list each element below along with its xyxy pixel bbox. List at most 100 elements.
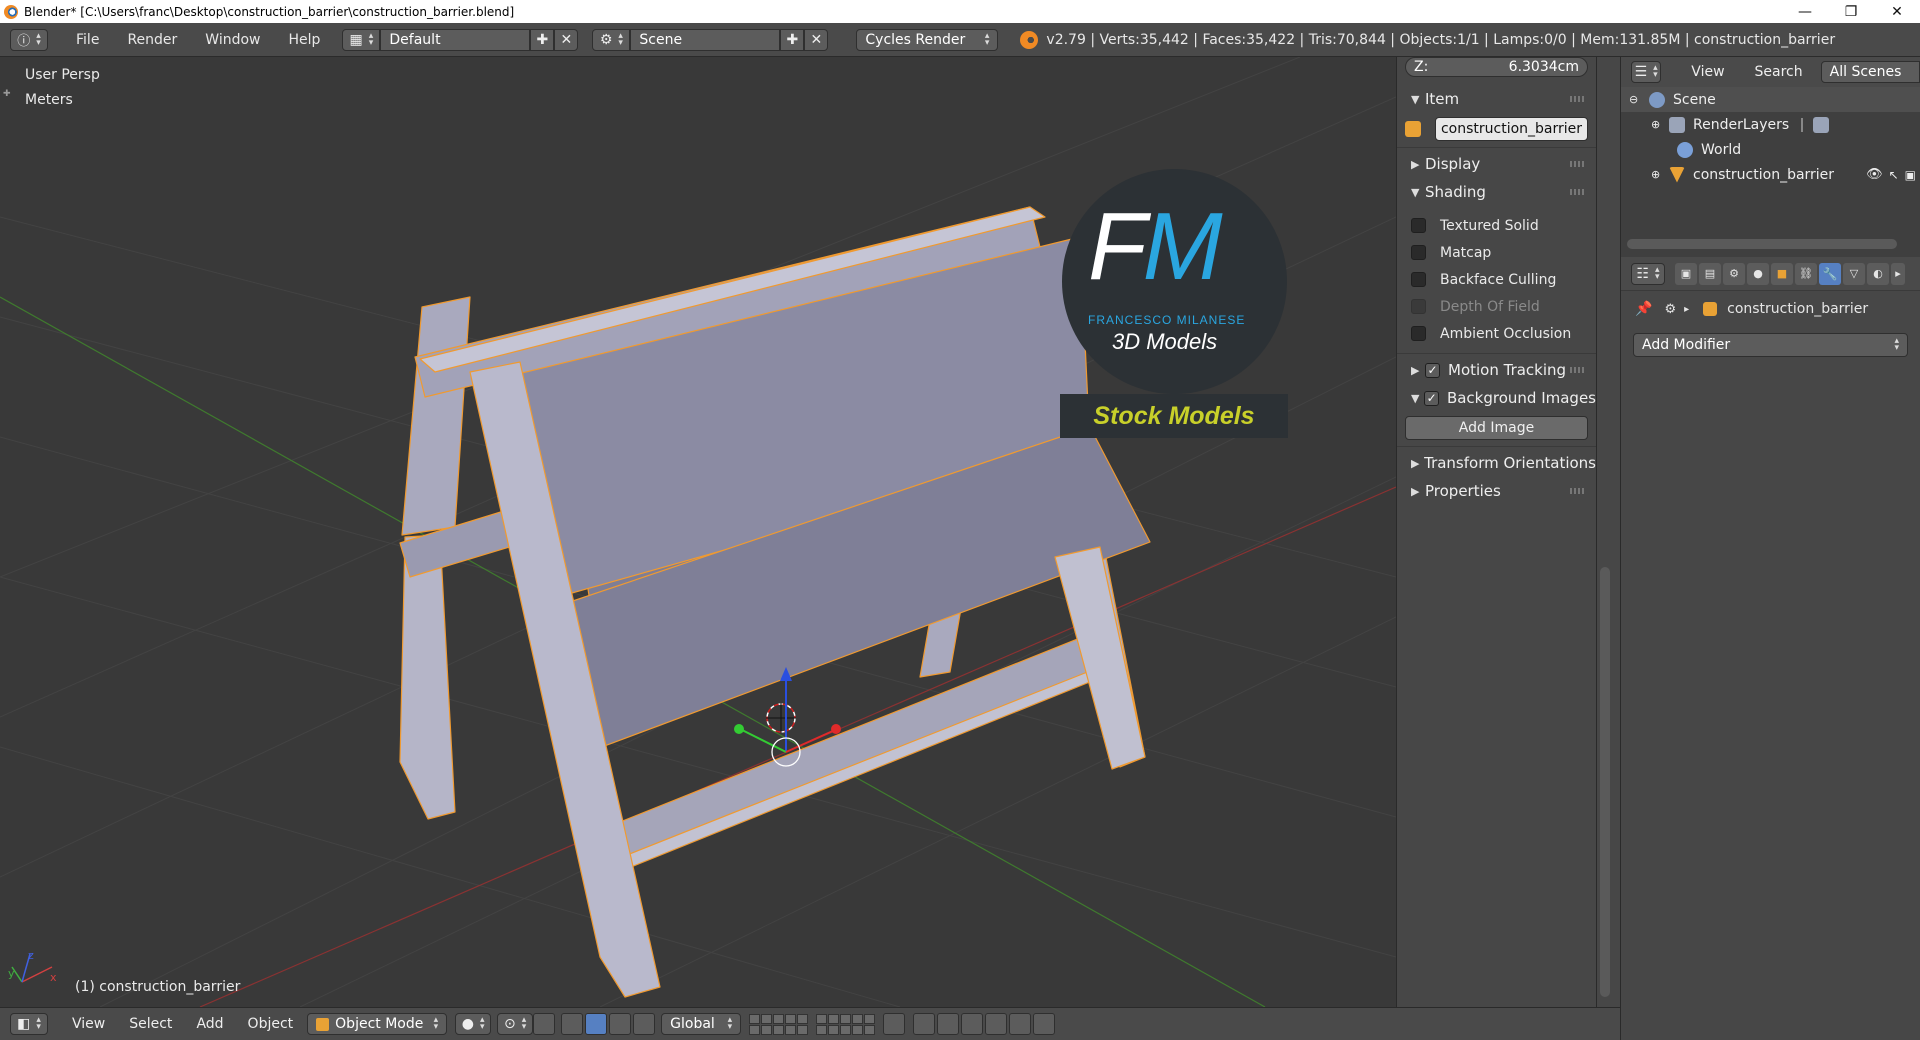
renderlayer-settings-icon[interactable] <box>1813 116 1830 133</box>
backface-culling-checkbox[interactable]: Backface Culling <box>1397 266 1596 293</box>
panel-item-header[interactable]: ▼ Item <box>1397 85 1596 113</box>
tab-constraints[interactable]: ⛓ <box>1795 262 1817 285</box>
outliner-menu-view[interactable]: View <box>1691 64 1724 80</box>
tab-object[interactable]: ■ <box>1771 262 1793 285</box>
render-preview-icon[interactable] <box>1009 1013 1032 1035</box>
checkbox-box[interactable] <box>1411 272 1426 287</box>
snap-element-icon[interactable] <box>961 1013 984 1035</box>
checkbox-box[interactable] <box>1411 326 1426 341</box>
minimize-button[interactable]: — <box>1782 0 1828 23</box>
manipulator-toggle-icon[interactable] <box>561 1013 584 1035</box>
screen-layout-field[interactable]: Default <box>380 28 531 51</box>
panel-display-header[interactable]: ▶ Display <box>1397 150 1596 178</box>
remove-scene-button[interactable]: ✕ <box>804 28 829 51</box>
viewport-shading-dropdown[interactable]: ● ▴ ▾ <box>455 1013 492 1035</box>
background-images-checkbox[interactable]: ✓ <box>1424 390 1439 406</box>
lock-layers-icon[interactable] <box>883 1013 906 1035</box>
tab-material[interactable]: ◐ <box>1867 262 1889 285</box>
tab-scene[interactable]: ⚙ <box>1723 262 1745 285</box>
interaction-mode-dropdown[interactable]: Object Mode ▴ ▾ <box>307 1013 448 1035</box>
stock-models-text: Stock Models <box>1093 401 1255 430</box>
expand-toggle-icon[interactable]: ⊕ <box>1651 118 1665 131</box>
drag-grip-icon[interactable] <box>1570 367 1586 373</box>
checkbox-box[interactable] <box>1411 245 1426 260</box>
panel-background-images-header[interactable]: ▼ ✓ Background Images <box>1397 384 1596 412</box>
outliner-horizontal-scrollbar[interactable] <box>1627 239 1897 249</box>
menu-help[interactable]: Help <box>274 23 334 57</box>
outliner-display-mode-dropdown[interactable]: All Scenes <box>1820 61 1920 83</box>
add-modifier-dropdown[interactable]: Add Modifier ▴ ▾ <box>1633 333 1908 357</box>
panel-motion-tracking-header[interactable]: ▶ ✓ Motion Tracking <box>1397 356 1596 384</box>
menu-window[interactable]: Window <box>191 23 274 57</box>
outliner-row-renderlayers[interactable]: ⊕ RenderLayers <box>1621 112 1920 137</box>
visibility-eye-icon[interactable]: 👁 <box>1866 167 1883 182</box>
scene-layers-group-1[interactable] <box>749 1013 809 1035</box>
3d-cursor[interactable] <box>766 703 796 733</box>
panel-transform-orientations-header[interactable]: ▶ Transform Orientations <box>1397 449 1596 477</box>
selectability-cursor-icon[interactable]: ↖ <box>1889 168 1899 182</box>
drag-grip-icon[interactable] <box>1570 161 1586 167</box>
object-name-field[interactable]: construction_barrier <box>1435 117 1588 141</box>
outliner-menu-search[interactable]: Search <box>1755 64 1803 80</box>
add-scene-button[interactable]: ✚ <box>780 28 805 51</box>
outliner-row-scene[interactable]: ⊖ Scene <box>1621 87 1920 112</box>
render-animation-icon[interactable] <box>1033 1013 1056 1035</box>
ambient-occlusion-checkbox[interactable]: Ambient Occlusion <box>1397 320 1596 347</box>
menu-select[interactable]: Select <box>129 1016 172 1032</box>
snap-toggle-icon[interactable] <box>937 1013 960 1035</box>
tab-data[interactable]: ▽ <box>1843 262 1865 285</box>
viewport-editor-type-button[interactable]: ◧ ▴ ▾ <box>10 1013 48 1035</box>
menu-render[interactable]: Render <box>113 23 191 57</box>
toolshelf-toggle[interactable]: ✚ <box>3 89 11 99</box>
collapse-toggle-icon[interactable]: ⊖ <box>1629 93 1643 106</box>
menu-file[interactable]: File <box>62 23 113 57</box>
scene-field[interactable]: Scene <box>630 28 781 51</box>
menu-add[interactable]: Add <box>196 1016 223 1032</box>
editor-type-button[interactable]: ⓘ ▴ ▾ <box>10 28 48 51</box>
transform-orientation-dropdown[interactable]: Global ▴ ▾ <box>661 1013 742 1035</box>
tab-render[interactable]: ▣ <box>1675 262 1697 285</box>
scene-layers-group-2[interactable] <box>816 1013 876 1035</box>
textured-solid-checkbox[interactable]: Textured Solid <box>1397 212 1596 239</box>
rotate-manipulator-icon[interactable] <box>609 1013 632 1035</box>
render-engine-dropdown[interactable]: Cycles Render ▴ ▾ <box>856 28 999 51</box>
expand-toggle-icon[interactable]: ⊕ <box>1651 168 1665 181</box>
tab-render-layers[interactable]: ▤ <box>1699 262 1721 285</box>
construction-barrier-mesh[interactable] <box>399 206 1151 998</box>
matcap-checkbox[interactable]: Matcap <box>1397 239 1596 266</box>
tab-world[interactable]: ● <box>1747 262 1769 285</box>
tab-more[interactable]: ▸ <box>1891 262 1905 285</box>
snap-target-icon[interactable] <box>985 1013 1008 1035</box>
z-location-field[interactable]: Z: 6.3034cm <box>1405 57 1588 77</box>
motion-tracking-checkbox[interactable]: ✓ <box>1425 362 1440 378</box>
renderability-camera-icon[interactable]: ▣ <box>1905 168 1916 182</box>
remove-screen-button[interactable]: ✕ <box>554 28 579 51</box>
drag-grip-icon[interactable] <box>1570 96 1586 102</box>
pin-icon[interactable]: 📌 <box>1635 301 1652 317</box>
add-screen-button[interactable]: ✚ <box>530 28 555 51</box>
checkbox-box[interactable] <box>1411 218 1426 233</box>
outliner-row-world[interactable]: World <box>1621 137 1920 162</box>
properties-editor-type-button[interactable]: ☷ ▴ ▾ <box>1631 262 1665 285</box>
menu-object[interactable]: Object <box>248 1016 294 1032</box>
menu-view[interactable]: View <box>72 1016 105 1032</box>
screen-layout-browse-button[interactable]: ▦ ▴ ▾ <box>342 28 381 51</box>
panel-properties-header[interactable]: ▶ Properties <box>1397 477 1596 505</box>
drag-grip-icon[interactable] <box>1570 189 1586 195</box>
panel-shading-header[interactable]: ▼ Shading <box>1397 178 1596 206</box>
3d-viewport[interactable]: x y z User Persp Meters ✚ (1) constructi… <box>0 57 1396 1007</box>
add-image-button[interactable]: Add Image <box>1405 416 1588 440</box>
manipulate-centers-icon[interactable] <box>533 1013 556 1035</box>
outliner-editor-type-button[interactable]: ☰ ▴ ▾ <box>1631 61 1662 83</box>
tab-modifiers[interactable]: 🔧 <box>1819 262 1841 285</box>
outliner-row-construction-barrier[interactable]: ⊕ construction_barrier 👁 ↖ ▣ <box>1621 162 1920 187</box>
pivot-point-dropdown[interactable]: ⊙ ▴ ▾ <box>497 1013 534 1035</box>
close-button[interactable]: ✕ <box>1874 0 1920 23</box>
translate-manipulator-icon[interactable] <box>585 1013 608 1035</box>
n-panel-scrollbar[interactable] <box>1600 567 1610 997</box>
scale-manipulator-icon[interactable] <box>633 1013 656 1035</box>
proportional-editing-icon[interactable] <box>913 1013 936 1035</box>
drag-grip-icon[interactable] <box>1570 488 1586 494</box>
scene-browse-button[interactable]: ⚙ ▴ ▾ <box>592 28 631 51</box>
maximize-button[interactable]: ❐ <box>1828 0 1874 23</box>
